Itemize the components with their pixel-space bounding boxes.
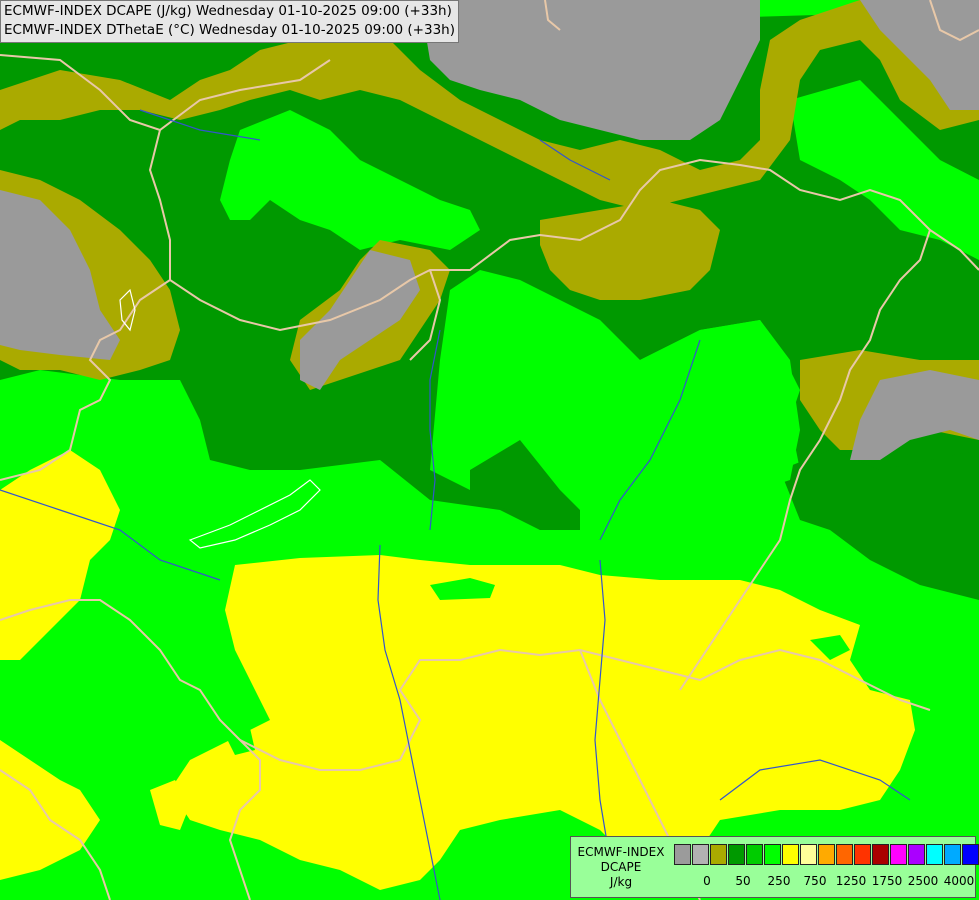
- legend-swatch: [962, 844, 979, 865]
- legend-swatch: [728, 844, 745, 865]
- legend-swatch: [800, 844, 817, 865]
- legend-tick-label: 4000: [943, 874, 975, 888]
- legend-swatch: [926, 844, 943, 865]
- legend-tick-label: 2500: [907, 874, 939, 888]
- legend-swatch: [944, 844, 961, 865]
- legend-tick-label: 50: [735, 874, 751, 888]
- header-line-dthetae: ECMWF-INDEX DThetaE (°C) Wednesday 01-10…: [4, 22, 455, 38]
- legend-swatch: [890, 844, 907, 865]
- legend-title-parameter: DCAPE: [600, 860, 642, 874]
- legend-swatch: [836, 844, 853, 865]
- legend-swatch: [872, 844, 889, 865]
- legend-swatch: [818, 844, 835, 865]
- legend-title: ECMWF-INDEX DCAPE J/kg: [573, 845, 669, 890]
- legend-tick-label: 1750: [871, 874, 903, 888]
- legend-swatch: [692, 844, 709, 865]
- legend-ticks: 0 50 250 750 1250 1750 2500 4000: [674, 874, 974, 890]
- legend-swatch: [710, 844, 727, 865]
- legend-swatch: [782, 844, 799, 865]
- legend-swatch: [908, 844, 925, 865]
- legend-swatches: [674, 844, 979, 865]
- legend-tick-label: 250: [767, 874, 791, 888]
- legend-tick-label: 750: [803, 874, 827, 888]
- map-header: ECMWF-INDEX DCAPE (J/kg) Wednesday 01-10…: [0, 0, 459, 43]
- dcape-map: [0, 0, 979, 900]
- legend-tick-label: 1250: [835, 874, 867, 888]
- legend-swatch: [854, 844, 871, 865]
- color-legend: ECMWF-INDEX DCAPE J/kg 0 50 250 750 1250 1750…: [570, 836, 979, 898]
- legend-unit: J/kg: [609, 875, 633, 889]
- legend-swatch: [746, 844, 763, 865]
- legend-swatch: [764, 844, 781, 865]
- legend-tick-label: 0: [703, 874, 711, 888]
- legend-title-model: ECMWF-INDEX: [577, 845, 665, 859]
- header-line-dcape: ECMWF-INDEX DCAPE (J/kg) Wednesday 01-10…: [4, 3, 452, 19]
- map-viewer: ECMWF-INDEX DCAPE (J/kg) Wednesday 01-10…: [0, 0, 979, 900]
- legend-swatch: [674, 844, 691, 865]
